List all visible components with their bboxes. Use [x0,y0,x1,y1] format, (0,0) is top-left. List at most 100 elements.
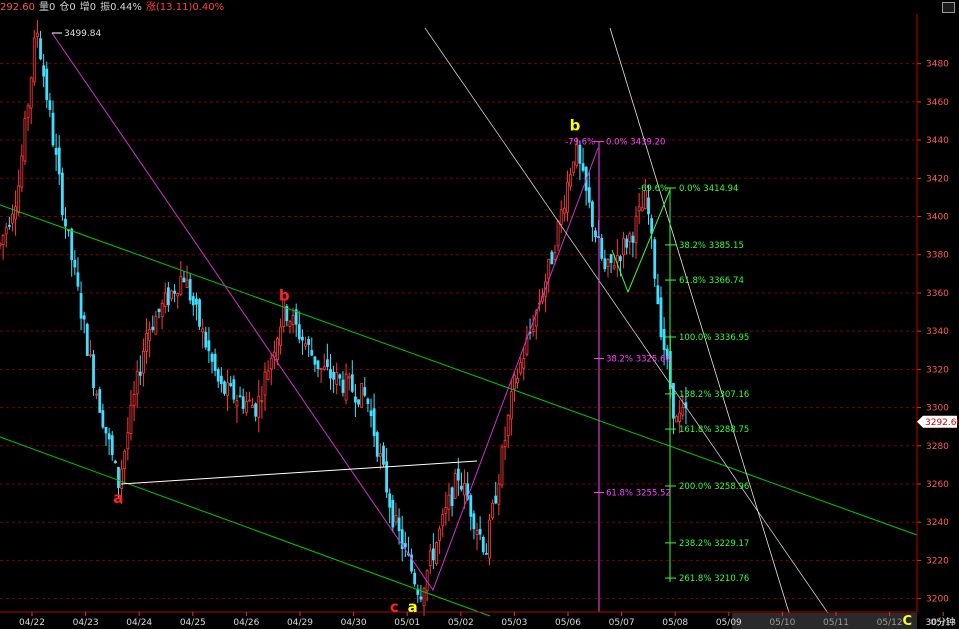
candle-body [82,315,86,320]
candle [154,310,158,335]
candle [382,442,385,468]
candle-body [226,382,229,396]
wave-label-a: a [408,598,418,616]
candle [36,20,39,48]
candle-body [444,507,448,514]
candle-body [372,408,376,437]
candle [294,303,298,337]
candle [372,393,376,448]
candle [391,494,395,533]
candle-body [7,224,11,227]
candle [603,249,607,272]
candle-body [375,432,379,457]
candle [79,281,83,331]
candle-body [29,77,33,109]
candle-body [488,519,491,559]
wave-polyline [51,32,599,592]
candle-body [157,308,161,313]
candle [559,200,563,233]
candle [254,402,258,422]
candle [297,311,301,344]
candle [394,502,398,526]
candle-body [478,529,482,535]
candle-body [51,112,55,146]
candle [672,382,675,435]
candle-body [248,399,251,402]
candle [634,206,638,259]
candle-body [204,331,208,348]
y-tick-label: 3200 [926,595,949,605]
candle [157,308,161,319]
candle-body [513,375,516,390]
price-chart[interactable]: 3499.84 0.0% 3414.94 -69.6% 38.2% 3385.15 6… [0,0,959,629]
candle [54,133,58,172]
candle [431,533,435,569]
time-axis: 04/22 04/23 04/24 04/25 04/26 04/29 04/30 05/01… [0,611,956,629]
candle [260,385,264,419]
candle-body [329,369,332,379]
candle [547,258,551,293]
candle-body [89,354,92,357]
candle [469,493,473,531]
open-interest: 仓0 [59,2,76,13]
window-button[interactable] [942,2,955,13]
candle-body [366,398,370,404]
candle-body [135,370,139,395]
candle-body [170,290,173,300]
fib-green-label: 0.0% 3414.94 [679,184,738,194]
candle-body [594,230,597,238]
candle-body [606,259,610,267]
candle-body [637,206,641,212]
candle [238,386,242,398]
candle [229,375,233,388]
wave-label-c: c [390,598,399,616]
candle-body [207,340,211,352]
period-selector[interactable]: 30分钟 [926,615,955,628]
candle-body [413,572,417,585]
candle [42,54,46,88]
candle [223,380,226,396]
candle-body [48,100,52,110]
candle [329,353,332,390]
candle [316,360,320,378]
candle-body [307,339,311,345]
candle-body [338,374,342,379]
candle-body [32,37,36,83]
candle [145,318,148,364]
candle-body [622,237,625,256]
candle [609,254,613,274]
candle [478,516,482,541]
candle-body [681,407,685,416]
candle [45,61,49,109]
candle-body [612,265,616,269]
candle [584,166,588,206]
candle-body [145,333,148,352]
fib-green-label: 138.2% 3307.16 [679,390,749,400]
candle-body [123,450,127,470]
candle-body [600,237,604,259]
fib-green-pct: -69.6% [638,184,668,194]
candle [4,222,8,248]
fib-magenta-label: 38.2% 3325.66 [606,355,671,365]
candle-body [60,172,64,216]
candle [138,355,142,385]
candle [625,235,629,255]
candle [375,430,379,462]
fib-green-label: 38.2% 3385.15 [679,241,744,251]
candle-body [17,185,21,213]
current-price-label: 3292.60 [925,418,959,428]
candle [456,457,460,496]
candle-body [95,393,99,396]
candle [60,167,64,221]
candle-body [254,403,258,417]
candle-body [120,468,123,489]
x-tick-label: 05/02 [448,618,474,628]
candle [89,340,92,358]
candle [422,586,426,616]
candle [98,386,102,413]
candle [204,326,208,350]
wave-corner-label: C [902,614,912,629]
candle [191,292,195,316]
candle [29,76,33,125]
candle [513,372,516,402]
